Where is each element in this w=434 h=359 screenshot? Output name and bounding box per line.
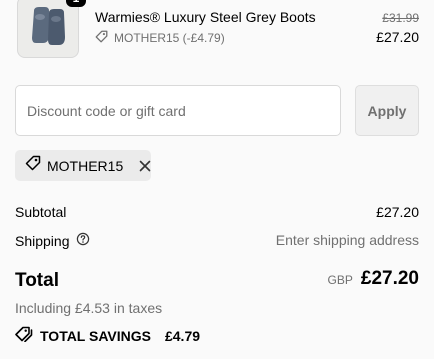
product-title: Warmies® Luxury Steel Grey Boots xyxy=(95,9,316,25)
order-summary: 1 Warmies® Luxury Steel Grey Boots MOTHE… xyxy=(0,0,434,359)
taxes-note: Including £4.53 in taxes xyxy=(15,300,163,316)
total-label: Total xyxy=(15,270,59,291)
currency-code: GBP xyxy=(327,273,353,287)
total-savings-label: TOTAL SAVINGS xyxy=(40,327,151,344)
applied-code-label: MOTHER15 xyxy=(47,157,124,174)
subtotal-value: £27.20 xyxy=(376,204,419,220)
help-circle-icon[interactable] xyxy=(76,232,90,249)
product-thumbnail: 1 xyxy=(17,0,86,58)
remove-discount-button[interactable] xyxy=(138,159,151,173)
total-savings: TOTAL SAVINGS £4.79 xyxy=(15,326,200,345)
total-savings-value: £4.79 xyxy=(164,327,201,344)
discount-code-input[interactable] xyxy=(15,85,341,136)
close-icon xyxy=(139,160,150,171)
tag-icon xyxy=(25,155,41,176)
product-price: £27.20 xyxy=(376,29,419,45)
original-price: £31.99 xyxy=(382,11,419,25)
shipping-value: Enter shipping address xyxy=(275,232,419,248)
shipping-label-group: Shipping xyxy=(15,232,90,249)
apply-button[interactable]: Apply xyxy=(355,85,419,136)
quantity-badge: 1 xyxy=(66,0,86,7)
product-discount-code: MOTHER15 (-£4.79) xyxy=(114,31,225,45)
subtotal-label: Subtotal xyxy=(15,204,67,220)
boots-image xyxy=(32,7,65,45)
total-value: £27.20 xyxy=(360,268,419,289)
product-discount: MOTHER15 (-£4.79) xyxy=(95,30,225,46)
applied-discount-chip: MOTHER15 xyxy=(15,150,151,181)
total-amount-group: GBP £27.20 xyxy=(328,268,419,290)
tag-stack-icon xyxy=(15,326,33,345)
shipping-label: Shipping xyxy=(15,232,70,249)
tag-icon xyxy=(95,30,108,46)
